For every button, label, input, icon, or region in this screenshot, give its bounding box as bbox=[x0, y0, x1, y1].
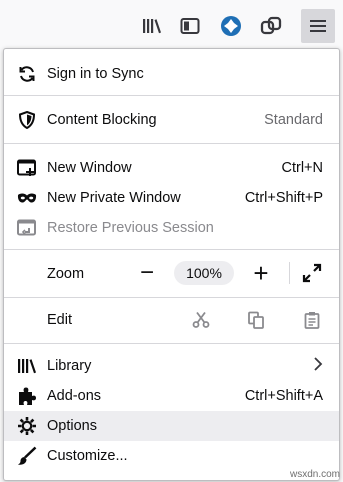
content-blocking-status: Standard bbox=[264, 112, 323, 128]
customize-item[interactable]: Customize... bbox=[4, 441, 339, 471]
zoom-reset-button[interactable]: 100% bbox=[174, 261, 234, 285]
zoom-in-button[interactable]: + bbox=[249, 260, 273, 286]
new-private-window-label: New Private Window bbox=[47, 190, 181, 206]
content-blocking-item[interactable]: Content Blocking Standard bbox=[4, 105, 339, 135]
extension-icon[interactable] bbox=[216, 11, 246, 41]
new-private-window-item[interactable]: New Private Window Ctrl+Shift+P bbox=[4, 183, 339, 213]
private-mask-icon bbox=[17, 188, 37, 208]
shield-icon bbox=[17, 110, 37, 130]
sidebar-icon[interactable] bbox=[175, 11, 205, 41]
zoom-divider bbox=[289, 262, 290, 284]
watermark: wsxdn.com bbox=[289, 469, 340, 480]
edit-row: Edit bbox=[4, 305, 339, 335]
new-window-label: New Window bbox=[47, 160, 132, 176]
divider bbox=[4, 95, 339, 96]
restore-session-item[interactable]: Restore Previous Session bbox=[4, 213, 339, 243]
options-item[interactable]: Options bbox=[4, 411, 339, 441]
new-window-shortcut: Ctrl+N bbox=[281, 160, 324, 176]
edit-label: Edit bbox=[47, 312, 72, 328]
cut-icon[interactable] bbox=[189, 308, 213, 332]
restore-session-icon bbox=[17, 218, 37, 238]
options-label: Options bbox=[47, 418, 97, 434]
new-window-item[interactable]: New Window Ctrl+N bbox=[4, 153, 339, 183]
paintbrush-icon bbox=[17, 446, 37, 466]
restore-session-label: Restore Previous Session bbox=[47, 220, 214, 236]
new-private-window-shortcut: Ctrl+Shift+P bbox=[244, 190, 323, 206]
library-item[interactable]: Library bbox=[4, 351, 339, 381]
browser-toolbar bbox=[0, 0, 343, 50]
divider bbox=[4, 143, 339, 144]
hamburger-menu-icon[interactable] bbox=[301, 9, 335, 43]
divider bbox=[4, 297, 339, 298]
app-menu-panel: Sign in to Sync Content Blocking Standar… bbox=[3, 48, 340, 481]
zoom-label: Zoom bbox=[47, 266, 85, 282]
divider bbox=[4, 249, 339, 250]
chevron-right-icon bbox=[313, 356, 323, 377]
library-icon bbox=[17, 356, 37, 376]
content-blocking-label: Content Blocking bbox=[47, 112, 157, 128]
sync-icon bbox=[17, 64, 37, 84]
zoom-out-button[interactable]: − bbox=[135, 261, 159, 285]
library-label: Library bbox=[47, 358, 92, 374]
paste-icon[interactable] bbox=[300, 308, 324, 332]
add-ons-label: Add-ons bbox=[47, 388, 102, 404]
add-ons-shortcut: Ctrl+Shift+A bbox=[244, 388, 323, 404]
sync-tabs-icon[interactable] bbox=[256, 11, 286, 41]
sign-in-to-sync-item[interactable]: Sign in to Sync bbox=[4, 59, 339, 89]
sign-in-label: Sign in to Sync bbox=[47, 66, 144, 82]
puzzle-piece-icon bbox=[17, 386, 37, 406]
add-ons-item[interactable]: Add-ons Ctrl+Shift+A bbox=[4, 381, 339, 411]
gear-icon bbox=[17, 416, 37, 436]
copy-icon[interactable] bbox=[244, 308, 268, 332]
customize-label: Customize... bbox=[47, 448, 128, 464]
divider bbox=[4, 343, 339, 344]
new-window-icon bbox=[17, 158, 37, 178]
library-icon[interactable] bbox=[137, 11, 167, 41]
fullscreen-icon[interactable] bbox=[300, 261, 324, 285]
